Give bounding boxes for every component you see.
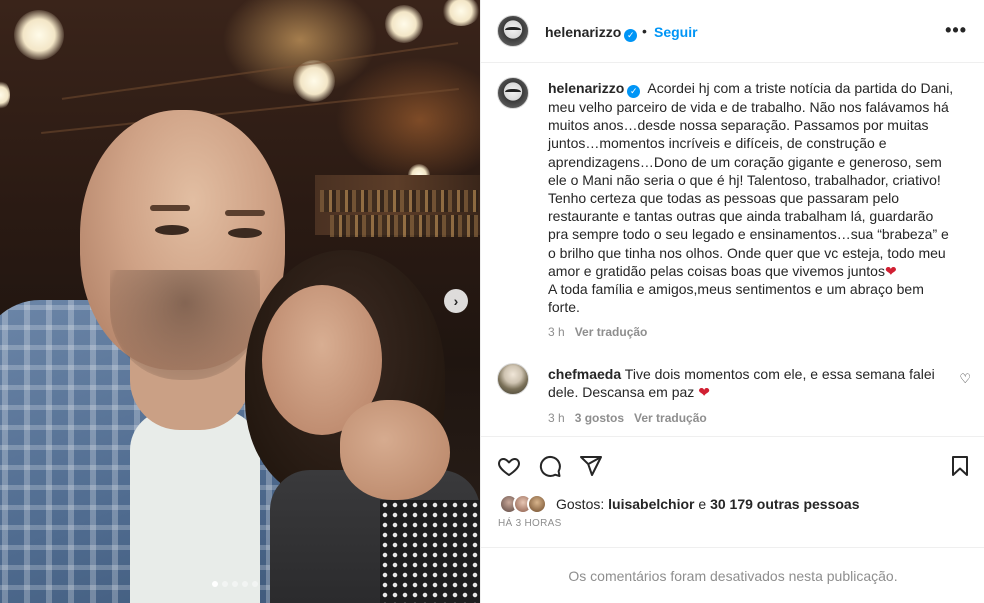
caption-line: forte. [548, 299, 580, 316]
caption-text: amor e gratidão pelas coisas boas que vi… [548, 262, 885, 279]
ceiling-light [14, 10, 64, 60]
carousel-dot [252, 581, 258, 587]
caption-line: meu velho parceiro de vida e de trabalho… [548, 99, 949, 115]
comments-disabled-notice: Os comentários foram desativados nesta p… [481, 547, 984, 603]
follow-button[interactable]: Seguir [654, 24, 698, 40]
share-button[interactable] [578, 453, 604, 479]
carousel-indicators [212, 581, 258, 587]
caption-text: Acordei hj com a triste notícia da parti… [647, 80, 954, 96]
caption-line: pra sempre todo o seu legado e ensinamen… [548, 226, 949, 243]
action-bar [481, 436, 984, 496]
commenter-avatar[interactable] [497, 363, 529, 395]
comment-meta: 3 h 3 gostos Ver tradução [548, 411, 707, 425]
caption-line: muitos anos…desde nossa separação. Passa… [548, 117, 929, 134]
post-header: helenarizzo ✓ • Seguir ••• [481, 0, 984, 63]
caption-line: Tenho certeza que todas as pessoas que p… [548, 190, 900, 207]
caption-line: ele o Mani não seria o que é hj! Talento… [548, 171, 941, 188]
avatar [527, 494, 547, 514]
woman-dotted-scarf [380, 500, 480, 603]
comment-text: Tive dois momentos com ele, e essa seman… [624, 366, 935, 382]
likes-summary: Gostos: luisabelchior e 30 179 outras pe… [556, 496, 860, 512]
ceiling-light [0, 80, 10, 110]
carousel-dot [222, 581, 228, 587]
comment-translate-link[interactable]: Ver tradução [634, 411, 707, 425]
comment-body: chefmaeda Tive dois momentos com ele, e … [548, 365, 948, 401]
caption-username[interactable]: helenarizzo ✓ [548, 80, 641, 98]
verified-badge-icon: ✓ [624, 29, 638, 42]
heart-icon [498, 458, 520, 476]
like-comment-icon[interactable]: ♡ [959, 371, 971, 387]
save-button[interactable] [947, 453, 973, 479]
liked-by-others[interactable]: 30 179 outras pessoas [710, 496, 859, 512]
post-timestamp[interactable]: HÁ 3 HORAS [498, 518, 562, 529]
post-photo[interactable]: › [0, 0, 480, 603]
avatar[interactable] [497, 77, 529, 109]
post-sidebar: helenarizzo ✓ • Seguir ••• helenarizzo ✓ A… [480, 0, 984, 603]
comment-text: dele. Descansa em paz [548, 384, 695, 401]
chevron-right-icon: › [453, 293, 459, 309]
liked-by-avatars[interactable] [499, 494, 551, 514]
carousel-dot [232, 581, 238, 587]
verified-badge-icon: ✓ [627, 85, 641, 98]
like-button[interactable] [496, 453, 522, 479]
caption-translate-link[interactable]: Ver tradução [575, 325, 648, 339]
comment-button[interactable] [537, 453, 563, 479]
caption-line: o brilho que tinha nos olhos. Onde quer … [548, 244, 946, 261]
caption-line: helenarizzo ✓ Acordei hj com a triste not… [548, 79, 962, 98]
ceiling-beam [61, 42, 459, 100]
ceiling-light [385, 5, 423, 43]
caption-meta: 3 h Ver tradução [548, 325, 647, 339]
author-username-text[interactable]: helenarizzo [545, 24, 621, 40]
liked-by-user[interactable]: luisabelchior [608, 496, 694, 512]
ceiling-beam [41, 88, 459, 134]
send-icon [580, 456, 602, 476]
man-brow [225, 210, 265, 216]
comment-icon [539, 455, 561, 477]
carousel-dot [212, 581, 218, 587]
man-tshirt [130, 410, 260, 603]
comment-likes[interactable]: 3 gostos [575, 411, 624, 425]
ceiling-light [442, 0, 480, 26]
comments-disabled-text: Os comentários foram desativados nesta p… [568, 567, 898, 584]
caption-line: amor e gratidão pelas coisas boas que vi… [548, 262, 962, 280]
avatar[interactable] [497, 15, 529, 47]
likes-connector: e [698, 496, 707, 512]
author-username[interactable]: helenarizzo ✓ [545, 24, 638, 42]
bar-bottles [320, 190, 478, 212]
man-eye [228, 228, 262, 238]
caption-line: restaurante e tantas outras que ainda tr… [548, 208, 934, 225]
caption-time[interactable]: 3 h [548, 325, 565, 339]
heart-emoji-icon: ❤ [884, 262, 897, 279]
caption-line: A toda família e amigos,meus sentimentos… [548, 281, 924, 298]
caption-line: juntos…momentos incríveis e difíceis, de… [548, 135, 887, 152]
caption-line: aprendizagens…Dono de um coração gigante… [548, 153, 942, 170]
comment-line: chefmaeda Tive dois momentos com ele, e … [548, 365, 948, 383]
bookmark-icon [952, 456, 968, 476]
next-slide-button[interactable]: › [444, 289, 468, 313]
post-caption: helenarizzo ✓ Acordei hj com a triste not… [548, 79, 962, 316]
comment-time[interactable]: 3 h [548, 411, 565, 425]
man-eye [155, 225, 189, 235]
caption-username-text[interactable]: helenarizzo [548, 80, 624, 96]
separator-dot: • [642, 23, 647, 39]
bar-bottles [330, 215, 478, 237]
commenter-username[interactable]: chefmaeda [548, 366, 621, 382]
likes-prefix: Gostos: [556, 496, 605, 512]
heart-emoji-icon: ❤ [698, 384, 710, 401]
man-brow [150, 205, 190, 211]
comment-line: dele. Descansa em paz ❤ [548, 383, 948, 401]
more-options-icon[interactable]: ••• [945, 20, 967, 41]
carousel-dot [242, 581, 248, 587]
woman-hand [340, 400, 450, 500]
